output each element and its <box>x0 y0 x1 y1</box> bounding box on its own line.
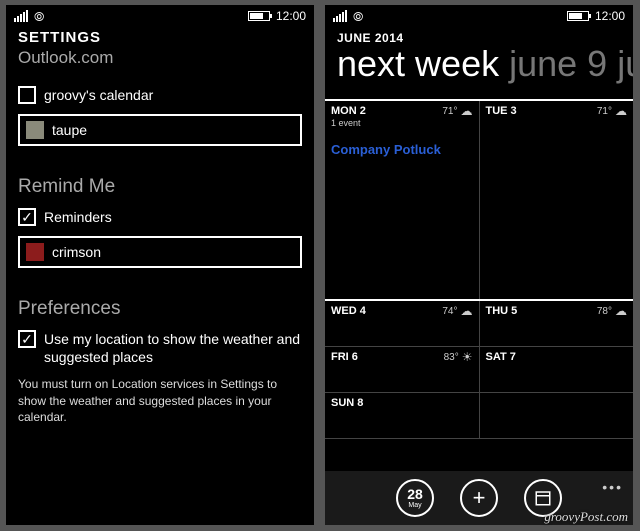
calendar-event[interactable]: Company Potluck <box>331 142 473 157</box>
day-label: MON 2 <box>331 105 366 117</box>
plus-icon: + <box>473 485 486 511</box>
cloud-sun-icon: ☁ <box>461 105 473 117</box>
battery-icon <box>567 11 589 21</box>
view-switch-button[interactable] <box>524 479 562 517</box>
temp-label: 71° <box>442 106 457 117</box>
page-subtitle: Outlook.com <box>18 48 302 68</box>
calendar-view-pivot[interactable]: next week june 9 ju <box>337 43 621 85</box>
reminders-color-select[interactable]: crimson <box>18 236 302 268</box>
swatch-icon <box>26 243 44 261</box>
sun-icon: ☀ <box>462 351 473 363</box>
status-bar: ⦾ 12:00 <box>6 5 314 27</box>
use-location-checkbox[interactable]: ✓ Use my location to show the weather an… <box>18 330 302 366</box>
day-cell-fri[interactable]: FRI 6 83° ☀ <box>325 347 479 392</box>
reminders-label: Reminders <box>44 209 112 225</box>
cloud-icon: ☁ <box>461 305 473 317</box>
day-cell-wed[interactable]: WED 4 74° ☁ <box>325 301 479 346</box>
temp-label: 71° <box>597 106 612 117</box>
day-cell-sat[interactable]: SAT 7 <box>479 347 634 392</box>
day-label: FRI 6 <box>331 351 358 363</box>
calendar-color-select[interactable]: taupe <box>18 114 302 146</box>
day-label: SUN 8 <box>331 397 363 409</box>
day-cell-mon[interactable]: MON 2 71° ☁ 1 event Company Potluck <box>325 101 479 299</box>
add-event-button[interactable]: + <box>460 479 498 517</box>
cloud-sun-icon: ☁ <box>615 305 627 317</box>
signal-icon <box>333 10 347 22</box>
calendar-screen: ⦾ 12:00 JUNE 2014 next week june 9 ju MO… <box>325 5 633 525</box>
signal-icon <box>14 10 28 22</box>
wifi-icon: ⦾ <box>34 10 44 23</box>
battery-icon <box>248 11 270 21</box>
temp-label: 83° <box>444 352 459 363</box>
cloud-sun-icon: ☁ <box>615 105 627 117</box>
remind-heading: Remind Me <box>18 176 302 198</box>
checkbox-icon: ✓ <box>18 330 36 348</box>
calendar-view-label: next week <box>337 43 499 84</box>
app-bar: 28 May + ••• <box>325 471 633 525</box>
location-note: You must turn on Location services in Se… <box>18 376 302 425</box>
day-label: WED 4 <box>331 305 366 317</box>
swatch-icon <box>26 121 44 139</box>
day-label: TUE 3 <box>486 105 517 117</box>
day-cell-tue[interactable]: TUE 3 71° ☁ <box>479 101 634 299</box>
calendar-enable-label: groovy's calendar <box>44 87 153 103</box>
clock: 12:00 <box>276 9 306 23</box>
day-label: SAT 7 <box>486 351 516 363</box>
temp-label: 78° <box>597 306 612 317</box>
clock: 12:00 <box>595 9 625 23</box>
calendar-range-label: june 9 ju <box>509 43 633 84</box>
calendar-grid: MON 2 71° ☁ 1 event Company Potluck TUE … <box>325 99 633 439</box>
status-bar: ⦾ 12:00 <box>325 5 633 27</box>
event-count: 1 event <box>331 118 473 128</box>
calendar-icon <box>534 489 552 507</box>
today-day: 28 <box>407 487 423 501</box>
day-cell-thu[interactable]: THU 5 78° ☁ <box>479 301 634 346</box>
temp-label: 74° <box>442 306 457 317</box>
day-cell-sun[interactable]: SUN 8 <box>325 393 479 438</box>
reminders-checkbox[interactable]: ✓ Reminders <box>18 208 302 226</box>
settings-screen: ⦾ 12:00 SETTINGS Outlook.com groovy's ca… <box>6 5 314 525</box>
page-title: SETTINGS <box>18 29 302 46</box>
day-label: THU 5 <box>486 305 518 317</box>
today-button[interactable]: 28 May <box>396 479 434 517</box>
reminders-color-label: crimson <box>52 244 101 260</box>
day-cell-empty <box>479 393 633 438</box>
calendar-color-label: taupe <box>52 122 87 138</box>
today-month: May <box>408 502 421 509</box>
wifi-icon: ⦾ <box>353 10 363 23</box>
calendar-enable-checkbox[interactable]: groovy's calendar <box>18 86 302 104</box>
use-location-label: Use my location to show the weather and … <box>44 330 302 366</box>
checkbox-icon: ✓ <box>18 208 36 226</box>
more-button[interactable]: ••• <box>602 479 623 495</box>
checkbox-icon <box>18 86 36 104</box>
preferences-heading: Preferences <box>18 298 302 320</box>
